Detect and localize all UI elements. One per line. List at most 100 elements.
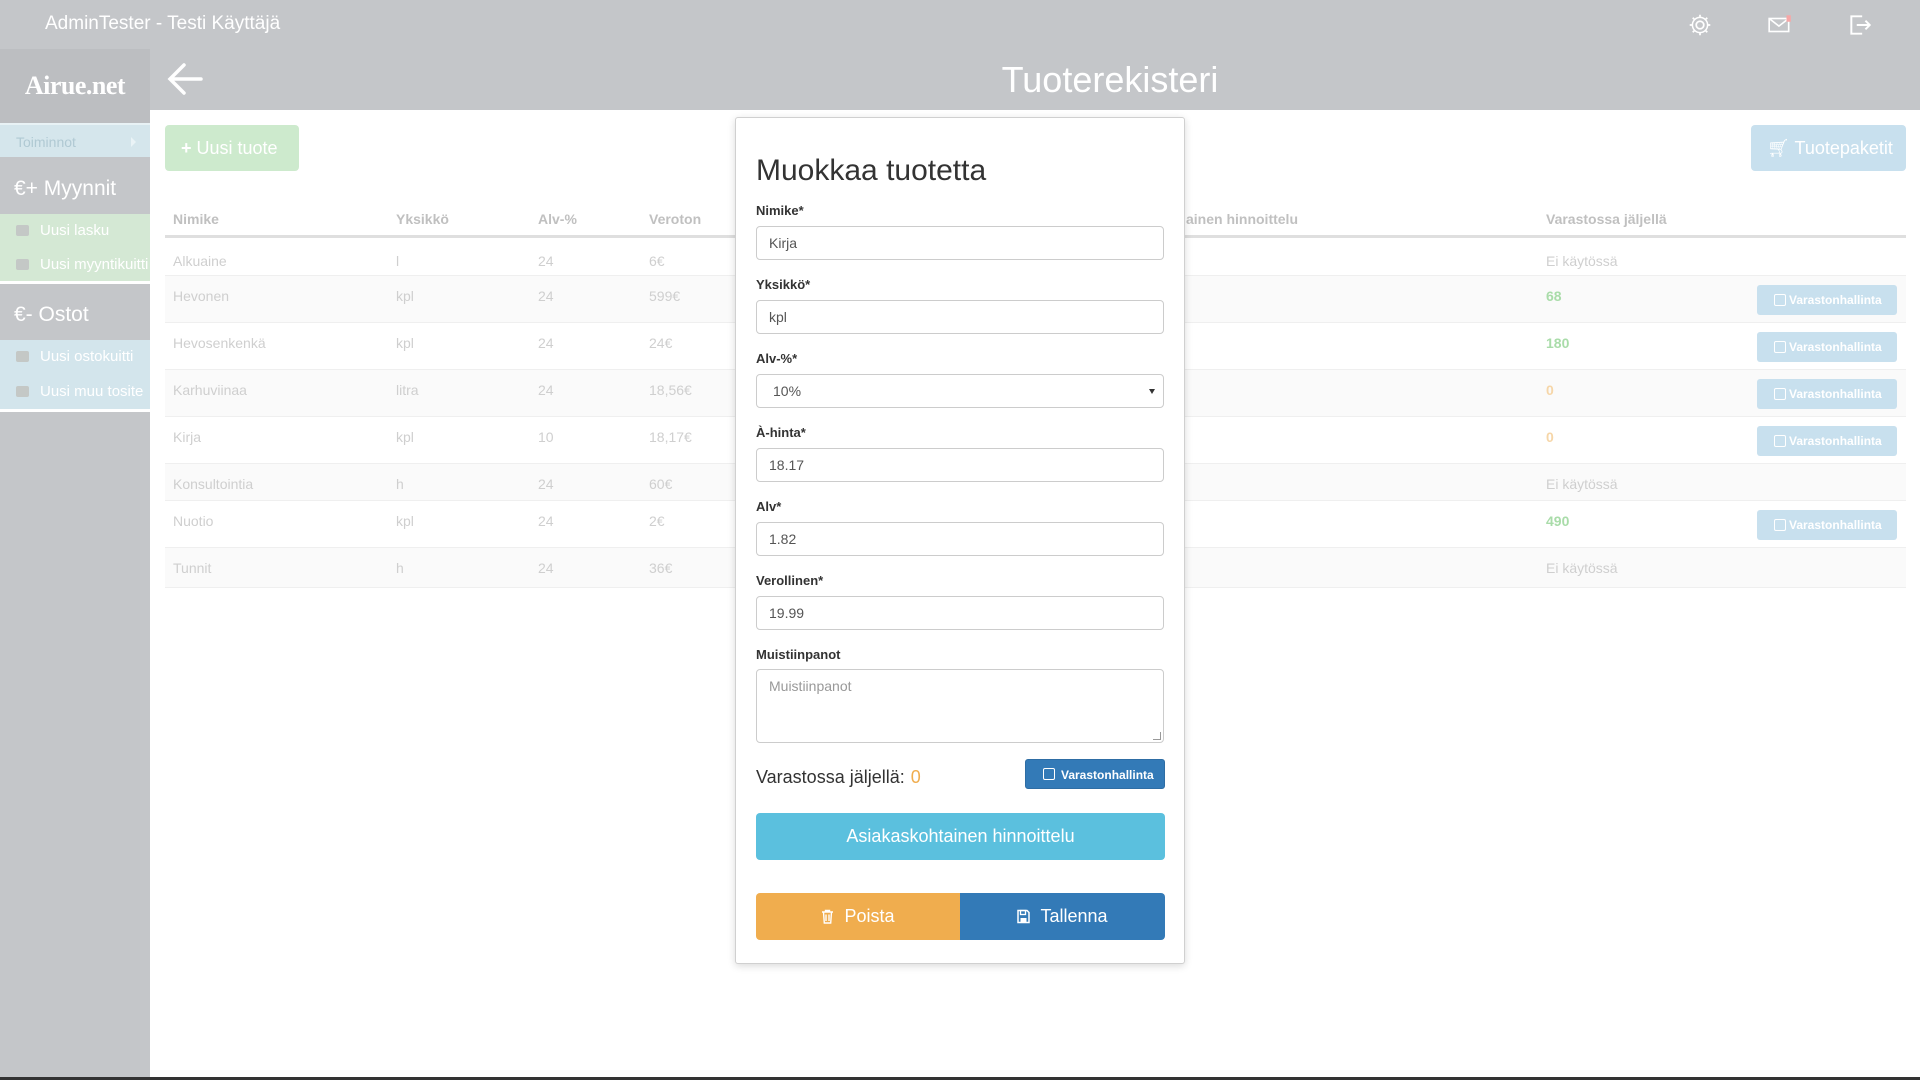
inventory-management-button[interactable]: Varastonhallinta <box>1025 759 1165 789</box>
page-header: Tuoterekisteri <box>150 49 1920 110</box>
new-product-button[interactable]: + Uusi tuote <box>165 125 299 171</box>
edit-product-modal: Muokkaa tuotetta Nimike* Yksikkö* Alv-%*… <box>735 117 1185 964</box>
muistiinpanot-label: Muistiinpanot <box>756 647 841 662</box>
chevron-right-icon <box>131 137 136 147</box>
alv-input[interactable] <box>756 522 1164 556</box>
verollinen-label: Verollinen* <box>756 573 824 588</box>
table-cell-name: Hevosenkenkä <box>173 335 266 351</box>
table-cell-stock: Ei käytössä <box>1546 476 1618 492</box>
ahinta-label: À-hinta* <box>756 425 806 440</box>
table-cell-name: Konsultointia <box>173 476 254 492</box>
nimike-input[interactable] <box>756 226 1164 260</box>
inventory-management-button[interactable]: Varastonhallinta <box>1757 379 1897 409</box>
sidebar-item-uusi-myyntikuitti[interactable]: Uusi myyntikuitti <box>0 248 150 282</box>
table-cell-name: Nuotio <box>173 513 214 529</box>
table-cell-price: 18,17€ <box>649 429 692 445</box>
muistiinpanot-textarea[interactable]: Muistiinpanot <box>756 669 1164 743</box>
table-cell-stock: Ei käytössä <box>1546 560 1618 576</box>
ahinta-input[interactable] <box>756 448 1164 482</box>
column-header[interactable]: Yksikkö <box>396 211 449 227</box>
inventory-management-button[interactable]: Varastonhallinta <box>1757 285 1897 315</box>
sidebar-section-sales[interactable]: €+ Myynnit <box>0 164 150 214</box>
sidebar-item-uusi-lasku[interactable]: Uusi lasku <box>0 214 150 248</box>
resize-handle-icon[interactable] <box>1153 732 1161 740</box>
column-header[interactable]: Varastossa jäljellä <box>1546 211 1667 227</box>
table-cell-unit: kpl <box>396 335 414 351</box>
stock-remaining: Varastossa jäljellä: 0 <box>756 767 921 787</box>
delete-button[interactable]: Poista <box>756 893 960 940</box>
user-label: AdminTester - Testi Käyttäjä <box>45 13 281 34</box>
table-cell-unit: l <box>396 253 400 269</box>
table-cell-price: 2€ <box>649 513 665 529</box>
table-cell-stock: 180 <box>1546 335 1570 351</box>
table-cell-unit: h <box>396 560 404 576</box>
table-cell-stock: 490 <box>1546 513 1570 529</box>
customer-pricing-button[interactable]: Asiakaskohtainen hinnoittelu <box>756 813 1165 860</box>
table-cell-vat: 24 <box>538 476 554 492</box>
column-header[interactable]: Nimike <box>173 211 219 227</box>
table-cell-unit: kpl <box>396 513 414 529</box>
table-cell-vat: 24 <box>538 253 554 269</box>
mail-icon[interactable] <box>1767 12 1793 38</box>
table-cell-price: 24€ <box>649 335 673 351</box>
product-packages-button[interactable]: 🛒︎ Tuotepaketit <box>1751 125 1906 171</box>
top-bar: AdminTester - Testi Käyttäjä <box>0 0 1920 49</box>
table-cell-stock: 68 <box>1546 288 1562 304</box>
camera-icon <box>16 386 29 397</box>
table-cell-price: 36€ <box>649 560 673 576</box>
sidebar-purchase-items: Uusi ostokuitti Uusi muu tosite <box>0 340 150 412</box>
table-cell-vat: 24 <box>538 382 554 398</box>
table-cell-price: 599€ <box>649 288 681 304</box>
table-cell-price: 18,56€ <box>649 382 692 398</box>
table-cell-unit: h <box>396 476 404 492</box>
save-button[interactable]: Tallenna <box>960 893 1165 940</box>
sidebar: Airue.net Toiminnot €+ Myynnit Uusi lask… <box>0 49 150 1080</box>
page-title: Tuoterekisteri <box>1001 59 1219 100</box>
table-cell-vat: 24 <box>538 513 554 529</box>
trash-icon <box>822 909 834 924</box>
table-cell-price: 6€ <box>649 253 665 269</box>
modal-title: Muokkaa tuotetta <box>756 154 987 187</box>
table-cell-unit: kpl <box>396 288 414 304</box>
inventory-management-button[interactable]: Varastonhallinta <box>1757 510 1897 540</box>
table-cell-vat: 24 <box>538 335 554 351</box>
table-cell-name: Tunnit <box>173 560 212 576</box>
column-header[interactable]: Veroton <box>649 211 701 227</box>
sidebar-sales-items: Uusi lasku Uusi myyntikuitti <box>0 214 150 284</box>
yksikko-label: Yksikkö* <box>756 277 811 292</box>
camera-icon <box>16 351 29 362</box>
inventory-management-button[interactable]: Varastonhallinta <box>1757 426 1897 456</box>
alv-pct-label: Alv-%* <box>756 351 798 366</box>
logout-icon[interactable] <box>1847 12 1873 38</box>
inventory-management-button[interactable]: Varastonhallinta <box>1757 332 1897 362</box>
yksikko-input[interactable] <box>756 300 1164 334</box>
table-cell-name: Hevonen <box>173 288 230 304</box>
sidebar-toiminnot[interactable]: Toiminnot <box>0 123 150 157</box>
table-cell-name: Alkuaine <box>173 253 227 269</box>
table-cell-vat: 24 <box>538 288 554 304</box>
alv-pct-select[interactable]: 10% <box>756 374 1164 408</box>
table-cell-unit: kpl <box>396 429 414 445</box>
gear-icon[interactable] <box>1687 12 1713 38</box>
verollinen-input[interactable] <box>756 596 1164 630</box>
sidebar-item-uusi-muu-tosite[interactable]: Uusi muu tosite <box>0 375 150 409</box>
piggy-bank-icon <box>16 225 29 236</box>
sidebar-item-uusi-ostokuitti[interactable]: Uusi ostokuitti <box>0 340 150 374</box>
table-cell-stock: 0 <box>1546 429 1554 445</box>
table-cell-vat: 10 <box>538 429 554 445</box>
dropdown-arrow-icon <box>1149 389 1155 394</box>
table-cell-name: Karhuviinaa <box>173 382 247 398</box>
cart-icon: 🛒︎ <box>1767 138 1795 158</box>
alv-label: Alv* <box>756 499 782 514</box>
stock-value: 0 <box>910 767 921 787</box>
floppy-disk-icon <box>1017 909 1031 924</box>
nimike-label: Nimike* <box>756 203 804 218</box>
table-cell-unit: litra <box>396 382 419 398</box>
column-header[interactable]: ainen hinnoittelu <box>1186 211 1298 227</box>
plus-icon: + <box>181 138 197 158</box>
column-header[interactable]: Alv-% <box>538 211 577 227</box>
sidebar-section-purchases[interactable]: €- Ostot <box>0 290 150 340</box>
logo[interactable]: Airue.net <box>0 49 150 123</box>
table-cell-name: Kirja <box>173 429 202 445</box>
camera-icon <box>16 259 29 270</box>
